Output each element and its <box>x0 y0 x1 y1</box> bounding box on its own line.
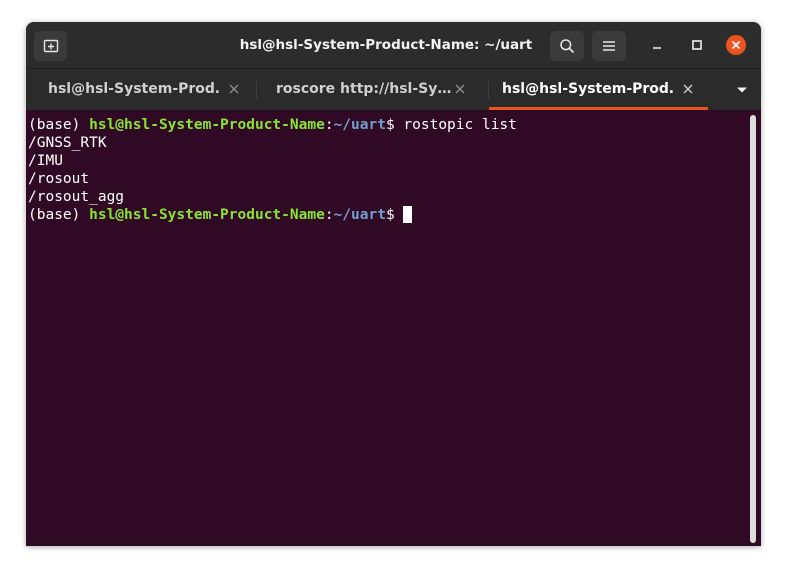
terminal-line-output: /IMU <box>28 153 63 169</box>
tab-close-icon[interactable] <box>454 83 466 95</box>
maximize-icon <box>692 40 702 50</box>
terminal-window: hsl@hsl-System-Product-Name: ~/uart hsl@… <box>26 22 761 546</box>
prompt-separator: : <box>324 117 334 133</box>
prompt-user: hsl@hsl-System-Product-Name <box>89 207 325 223</box>
prompt-env: (base) <box>28 207 90 223</box>
new-tab-button[interactable] <box>34 31 67 61</box>
tab-1[interactable]: hsl@hsl-System-Prod… <box>26 69 256 110</box>
close-button[interactable] <box>726 35 746 55</box>
prompt-path: ~/uart <box>333 207 386 223</box>
header-bar: hsl@hsl-System-Product-Name: ~/uart <box>26 22 761 68</box>
tab-label: hsl@hsl-System-Prod… <box>502 81 674 97</box>
close-icon <box>731 40 741 50</box>
search-icon <box>560 39 574 53</box>
search-button[interactable] <box>550 31 584 61</box>
terminal-line-prompt: (base) hsl@hsl-System-Product-Name:~/uar… <box>28 116 517 134</box>
hamburger-menu-icon <box>603 41 615 51</box>
terminal-line-output: /rosout <box>28 171 90 187</box>
tab-close-icon[interactable] <box>682 83 694 95</box>
chevron-down-icon <box>736 87 747 92</box>
terminal-output[interactable]: (base) hsl@hsl-System-Product-Name:~/uar… <box>26 110 761 546</box>
terminal-line-output: /GNSS_RTK <box>28 135 107 151</box>
prompt-path: ~/uart <box>333 117 386 133</box>
prompt-dollar: $ <box>385 207 404 223</box>
command-text: rostopic list <box>403 117 517 133</box>
text-cursor <box>403 206 413 223</box>
prompt-env: (base) <box>28 117 90 133</box>
minimize-icon <box>653 47 661 49</box>
tab-list-dropdown[interactable] <box>722 69 761 110</box>
tab-close-icon[interactable] <box>228 83 240 95</box>
menu-button[interactable] <box>592 31 626 61</box>
window-title: hsl@hsl-System-Product-Name: ~/uart <box>239 37 533 53</box>
terminal-line-output: /rosout_agg <box>28 189 125 205</box>
prompt-user: hsl@hsl-System-Product-Name <box>89 117 325 133</box>
prompt-separator: : <box>324 207 334 223</box>
tab-label: hsl@hsl-System-Prod… <box>48 81 220 97</box>
tab-3-active[interactable]: hsl@hsl-System-Prod… <box>489 69 708 110</box>
prompt-dollar: $ <box>385 117 404 133</box>
scrollbar[interactable] <box>750 115 756 543</box>
terminal-line-prompt: (base) hsl@hsl-System-Product-Name:~/uar… <box>28 206 413 224</box>
tab-2[interactable]: roscore http://hsl-Sy… <box>257 69 488 110</box>
tab-label: roscore http://hsl-Sy… <box>276 81 452 97</box>
minimize-button[interactable] <box>647 35 667 55</box>
new-tab-icon <box>43 39 58 53</box>
maximize-button[interactable] <box>687 35 707 55</box>
tab-bar: hsl@hsl-System-Prod… roscore http://hsl-… <box>26 68 761 110</box>
